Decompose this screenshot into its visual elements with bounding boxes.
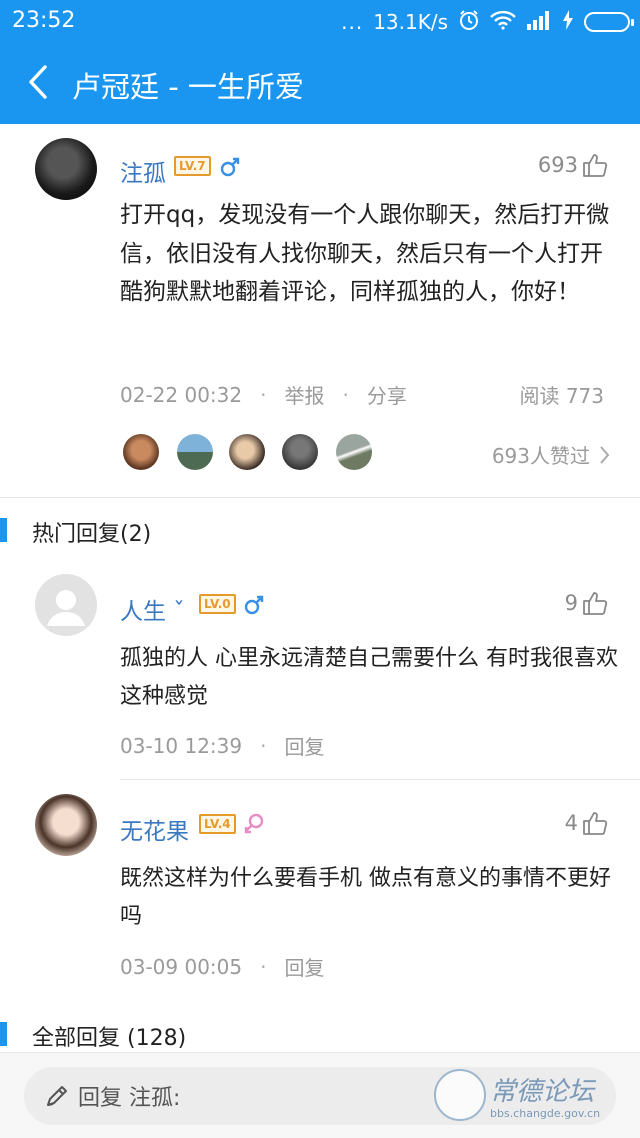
charging-icon (562, 9, 574, 35)
divider (0, 497, 640, 498)
reply-button[interactable]: 回复 (284, 731, 324, 760)
liked-by-link[interactable]: 693人赞过 (492, 440, 610, 469)
main-comment: 注孤 LV.7 693 打开qq，发现没有一个人跟你聊天，然后打开微信，依旧没有… (0, 124, 640, 498)
like-button[interactable]: 9 (565, 590, 608, 616)
thumbs-up-icon (583, 592, 608, 615)
liker-avatar[interactable] (229, 434, 265, 470)
hot-replies-header: 热门回复(2) (0, 500, 640, 560)
reply-date: 03-09 00:05 (120, 954, 243, 979)
chevron-right-icon (600, 445, 610, 464)
page-title: 卢冠廷 - 一生所爱 (72, 70, 304, 104)
status-time: 23:52 (12, 8, 76, 33)
section-accent-bar (0, 518, 7, 542)
default-avatar-icon (47, 590, 85, 626)
reply-button[interactable]: 回复 (284, 952, 324, 981)
section-accent-bar (0, 1022, 7, 1046)
comment-meta: 02-22 00:32 · 举报 · 分享 (120, 380, 407, 409)
avatar[interactable] (35, 794, 97, 856)
divider (120, 779, 640, 780)
network-speed: 13.1K/s (373, 10, 448, 34)
thumbs-up-icon (583, 812, 608, 835)
avatar[interactable] (35, 574, 97, 636)
section-title: 全部回复 (128) (32, 1026, 187, 1051)
report-button[interactable]: 举报 (284, 380, 324, 409)
wifi-icon (490, 10, 516, 35)
thumbs-up-icon (583, 154, 608, 177)
like-button[interactable]: 693 (538, 152, 608, 178)
liker-avatar[interactable] (282, 434, 318, 470)
battery-icon (584, 12, 634, 32)
username[interactable]: 人生 ˇ (120, 592, 185, 626)
back-button[interactable] (18, 62, 58, 102)
pencil-icon (47, 1086, 67, 1106)
app-header: 23:52 ... 13.1K/s 卢冠廷 - 一生所爱 (0, 0, 640, 124)
comment-text: 打开qq，发现没有一个人跟你聊天，然后打开微信，依旧没有人找你聊天，然后只有一个… (120, 202, 610, 305)
watermark-logo-icon (434, 1069, 486, 1121)
reply-date: 03-10 12:39 (120, 733, 243, 758)
like-count: 693 (537, 153, 578, 177)
watermark-text: 常德论坛 (490, 1077, 595, 1107)
chevron-left-icon (29, 65, 47, 99)
reply-placeholder: 回复 注孤: (78, 1086, 181, 1111)
username[interactable]: 无花果 (120, 812, 189, 846)
alarm-icon (458, 9, 480, 36)
male-icon (220, 157, 240, 181)
reply-text: 孤独的人 心里永远清楚自己需要什么 有时我很喜欢这种感觉 (120, 646, 618, 709)
share-button[interactable]: 分享 (367, 380, 407, 409)
level-badge: LV.4 (199, 814, 236, 834)
signal-icon (526, 10, 552, 35)
site-watermark: 常德论坛 bbs.changde.gov.cn (434, 1065, 624, 1129)
level-badge: LV.7 (174, 156, 211, 176)
more-dots-icon: ... (341, 10, 364, 34)
reply-text: 既然这样为什么要看手机 做点有意义的事情不更好吗 (120, 866, 611, 929)
female-icon (244, 813, 264, 839)
avatar[interactable] (35, 138, 97, 200)
like-count: 4 (564, 811, 578, 835)
level-badge: LV.0 (199, 594, 236, 614)
reply-meta: 03-10 12:39 · 回复 (120, 731, 324, 760)
watermark-url: bbs.changde.gov.cn (490, 1107, 601, 1120)
liker-avatar[interactable] (123, 434, 159, 470)
like-count: 9 (564, 591, 578, 615)
username[interactable]: 注孤 (120, 154, 166, 188)
reply-meta: 03-09 00:05 · 回复 (120, 952, 324, 981)
read-count: 阅读 773 (519, 384, 604, 408)
liker-avatar[interactable] (336, 434, 372, 470)
section-title: 热门回复(2) (32, 522, 152, 547)
like-summary-text: 693人赞过 (491, 444, 590, 468)
like-button[interactable]: 4 (565, 810, 608, 836)
title-bar: 卢冠廷 - 一生所爱 (0, 44, 640, 124)
reply-bar: 回复 注孤: 常德论坛 bbs.changde.gov.cn (0, 1052, 640, 1138)
status-bar: 23:52 ... 13.1K/s (0, 0, 640, 44)
male-icon (244, 595, 264, 619)
liker-avatar[interactable] (177, 434, 213, 470)
comment-date: 02-22 00:32 (120, 382, 243, 407)
status-icons: ... 13.1K/s (341, 8, 634, 36)
